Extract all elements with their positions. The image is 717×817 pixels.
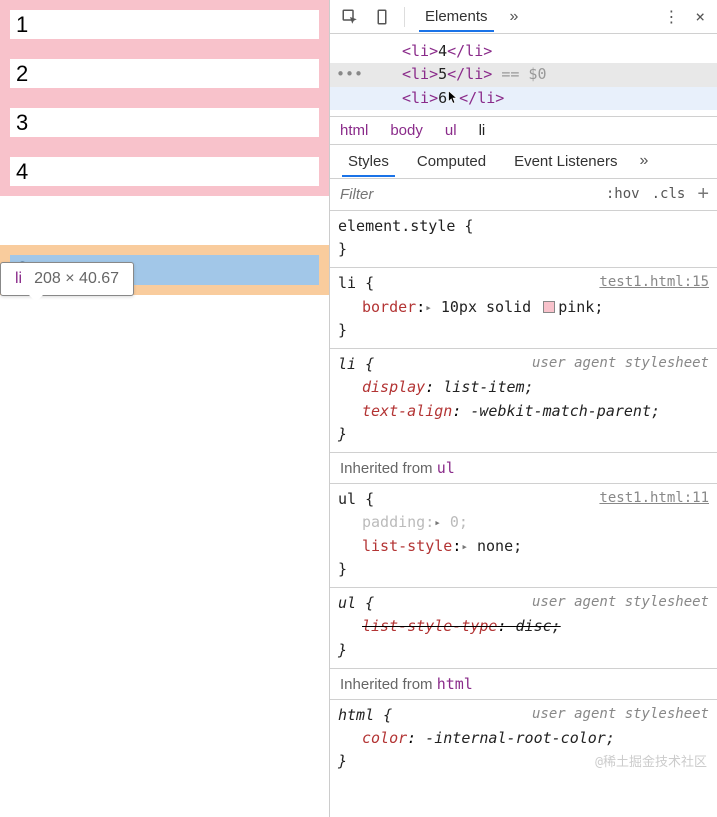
breadcrumb-item[interactable]: body	[390, 122, 423, 139]
selector-text: element.style {	[338, 215, 709, 238]
ellipsis-icon[interactable]: •••	[336, 63, 363, 86]
selector-text: li {	[338, 353, 374, 376]
element-tooltip: li 208 × 40.67	[0, 262, 134, 296]
hov-toggle[interactable]: :hov	[606, 186, 640, 202]
rule-html-ua[interactable]: html { user agent stylesheet color: -int…	[330, 700, 717, 780]
styles-subtabs: Styles Computed Event Listeners »	[330, 145, 717, 179]
tooltip-dimensions: 208 × 40.67	[34, 270, 119, 288]
dom-tree[interactable]: <li>4</li> •••<li>5</li> == $0 <li>6</li…	[330, 34, 717, 116]
tab-event-listeners[interactable]: Event Listeners	[502, 147, 629, 176]
more-subtabs-icon[interactable]: »	[633, 152, 654, 170]
closing-brace: }	[338, 639, 709, 662]
breadcrumb-item[interactable]: ul	[445, 122, 457, 139]
dom-node-hovered[interactable]: <li>6</li>	[330, 87, 717, 110]
inherited-from-header: Inherited from ul	[330, 453, 717, 484]
rule-ul-user[interactable]: ul { test1.html:11 padding:▸ 0; list-sty…	[330, 484, 717, 588]
selector-text: ul {	[338, 488, 374, 511]
selector-text: html {	[338, 704, 392, 727]
rule-element-style[interactable]: element.style { }	[330, 211, 717, 269]
cursor-icon	[447, 90, 459, 106]
breadcrumb-item[interactable]: html	[340, 122, 368, 139]
css-property[interactable]: color: -internal-root-color;	[338, 727, 709, 750]
css-property[interactable]: text-align: -webkit-match-parent;	[338, 400, 709, 423]
color-swatch-icon[interactable]	[543, 301, 555, 313]
css-property-overridden[interactable]: list-style-type: disc;	[338, 615, 709, 638]
more-tabs-icon[interactable]: »	[504, 8, 525, 26]
new-style-rule-icon[interactable]: +	[697, 183, 709, 206]
device-toolbar-icon[interactable]	[368, 3, 396, 31]
devtools-panel: Elements » ⋮ × <li>4</li> •••<li>5</li> …	[330, 0, 717, 817]
inherited-from-header: Inherited from html	[330, 669, 717, 700]
selector-text: ul {	[338, 592, 374, 615]
closing-brace: }	[338, 238, 709, 261]
rule-li-ua[interactable]: li { user agent stylesheet display: list…	[330, 349, 717, 453]
css-property[interactable]: display: list-item;	[338, 376, 709, 399]
tab-computed[interactable]: Computed	[405, 147, 498, 176]
breadcrumb-item-current[interactable]: li	[479, 122, 486, 139]
tab-styles[interactable]: Styles	[336, 147, 401, 176]
rendered-page-preview[interactable]: 1 2 3 4 5 6 li 208 × 40.67	[0, 0, 330, 817]
list-item[interactable]: 3	[0, 98, 329, 147]
stylesheet-source: user agent stylesheet	[532, 592, 709, 615]
dom-node[interactable]: <li>4</li>	[330, 40, 717, 63]
stylesheet-source: user agent stylesheet	[532, 704, 709, 727]
list-item[interactable]: 2	[0, 49, 329, 98]
breadcrumb: html body ul li	[330, 116, 717, 145]
css-property[interactable]: border:▸ 10px solid pink;	[338, 296, 709, 319]
selector-text: li {	[338, 272, 374, 295]
list-item[interactable]: 4	[0, 147, 329, 196]
stylesheet-source-link[interactable]: test1.html:11	[599, 488, 709, 511]
close-icon[interactable]: ×	[689, 7, 711, 26]
filter-input[interactable]	[338, 185, 594, 204]
watermark-text: @稀土掘金技术社区	[595, 753, 707, 773]
closing-brace: }	[338, 319, 709, 342]
styles-pane[interactable]: element.style { } li { test1.html:15 bor…	[330, 211, 717, 817]
dom-node-selected[interactable]: •••<li>5</li> == $0	[330, 63, 717, 86]
rule-li-user[interactable]: li { test1.html:15 border:▸ 10px solid p…	[330, 268, 717, 349]
css-property[interactable]: list-style:▸ none;	[338, 535, 709, 558]
styles-filter-bar: :hov .cls +	[330, 179, 717, 211]
rule-ul-ua[interactable]: ul { user agent stylesheet list-style-ty…	[330, 588, 717, 669]
tooltip-tag: li	[15, 270, 22, 288]
inspect-element-icon[interactable]	[336, 3, 364, 31]
devtools-toolbar: Elements » ⋮ ×	[330, 0, 717, 34]
closing-brace: }	[338, 558, 709, 581]
cls-toggle[interactable]: .cls	[652, 186, 686, 202]
list-item[interactable]: 1	[0, 0, 329, 49]
toolbar-separator	[404, 7, 405, 27]
stylesheet-source-link[interactable]: test1.html:15	[599, 272, 709, 295]
closing-brace: }	[338, 423, 709, 446]
css-property-inactive[interactable]: padding:▸ 0;	[338, 511, 709, 534]
stylesheet-source: user agent stylesheet	[532, 353, 709, 376]
tab-elements[interactable]: Elements	[413, 2, 500, 31]
list-container: 1 2 3 4 5 6	[0, 0, 329, 295]
kebab-menu-icon[interactable]: ⋮	[657, 7, 685, 27]
